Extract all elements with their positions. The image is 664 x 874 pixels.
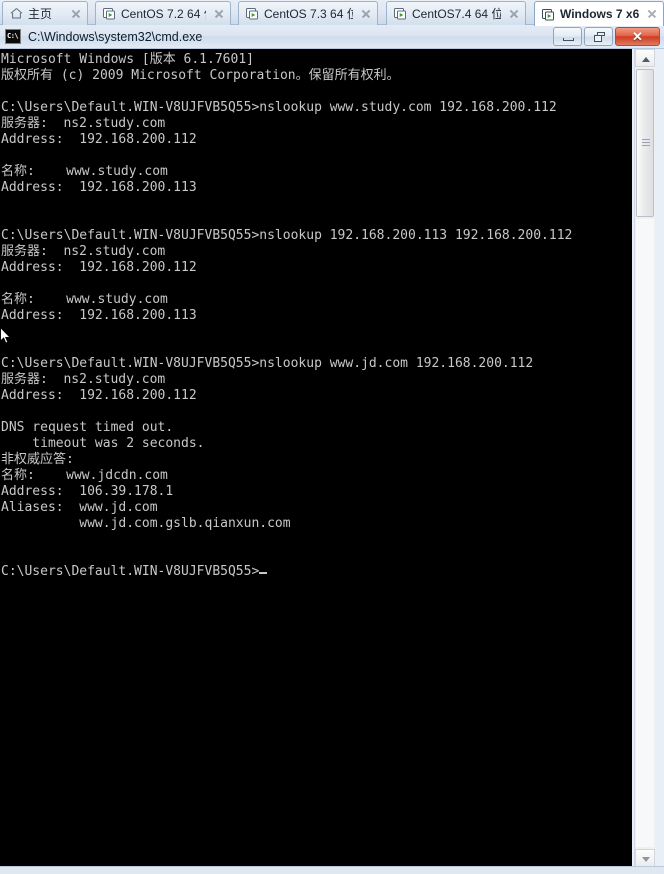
vm-icon bbox=[542, 8, 555, 21]
restore-icon bbox=[594, 32, 605, 42]
window-bottom-frame bbox=[0, 866, 664, 874]
close-icon[interactable] bbox=[359, 7, 373, 21]
scroll-up-icon bbox=[642, 57, 650, 62]
minimize-button[interactable] bbox=[553, 27, 582, 46]
restore-button[interactable] bbox=[584, 27, 613, 46]
close-icon: ✕ bbox=[632, 29, 643, 44]
home-icon bbox=[10, 7, 23, 20]
vm-icon bbox=[103, 7, 116, 20]
tab-label: CentOS 7.3 64 位 bbox=[264, 6, 353, 21]
scroll-down-button[interactable] bbox=[635, 849, 655, 867]
tab-label: CentOS7.4 64 位 bbox=[412, 6, 501, 21]
window-controls: ✕ bbox=[551, 27, 660, 46]
tab-label: 主页 bbox=[28, 6, 53, 21]
scrollbar-thumb[interactable] bbox=[636, 69, 654, 217]
window-title: C:\Windows\system32\cmd.exe bbox=[28, 29, 203, 44]
tab-centos-7-3[interactable]: CentOS 7.3 64 位 bbox=[238, 1, 378, 25]
cmd-icon-text: C:\ bbox=[7, 32, 19, 40]
scroll-up-button[interactable] bbox=[635, 49, 655, 67]
vm-icon bbox=[246, 7, 259, 20]
cmd-icon: C:\ bbox=[5, 29, 21, 44]
tab-centos-7-4[interactable]: CentOS7.4 64 位 bbox=[386, 1, 526, 25]
tab-label: CentOS 7.2 64 位 bbox=[121, 6, 206, 21]
console-output-area[interactable]: Microsoft Windows [版本 6.1.7601] 版权所有 (c)… bbox=[0, 49, 632, 867]
tab-label: Windows 7 x64 bbox=[560, 7, 639, 21]
vertical-scrollbar[interactable] bbox=[634, 49, 655, 867]
close-icon[interactable] bbox=[507, 7, 521, 21]
tab-centos-7-2[interactable]: CentOS 7.2 64 位 bbox=[95, 1, 231, 25]
console-text: Microsoft Windows [版本 6.1.7601] 版权所有 (c)… bbox=[1, 52, 573, 579]
close-icon[interactable] bbox=[212, 7, 226, 21]
scrollbar-track[interactable] bbox=[636, 219, 654, 847]
scroll-down-icon bbox=[642, 857, 650, 862]
tab-windows-7-x64[interactable]: Windows 7 x64 bbox=[534, 1, 664, 26]
close-icon[interactable] bbox=[645, 7, 659, 21]
window-title-bar: C:\ C:\Windows\system32\cmd.exe ✕ bbox=[0, 25, 664, 49]
close-icon[interactable] bbox=[69, 7, 83, 21]
tab-home[interactable]: 主页 bbox=[2, 1, 88, 25]
scrollbar-grip-icon bbox=[642, 139, 650, 146]
vm-icon bbox=[394, 7, 407, 20]
text-caret bbox=[259, 572, 268, 574]
minimize-icon bbox=[563, 38, 574, 41]
tab-bar: 主页 CentOS 7.2 64 位 CentOS 7.3 64 位 CentO… bbox=[0, 0, 664, 26]
console-window: Microsoft Windows [版本 6.1.7601] 版权所有 (c)… bbox=[0, 49, 664, 869]
close-button[interactable]: ✕ bbox=[615, 27, 660, 46]
